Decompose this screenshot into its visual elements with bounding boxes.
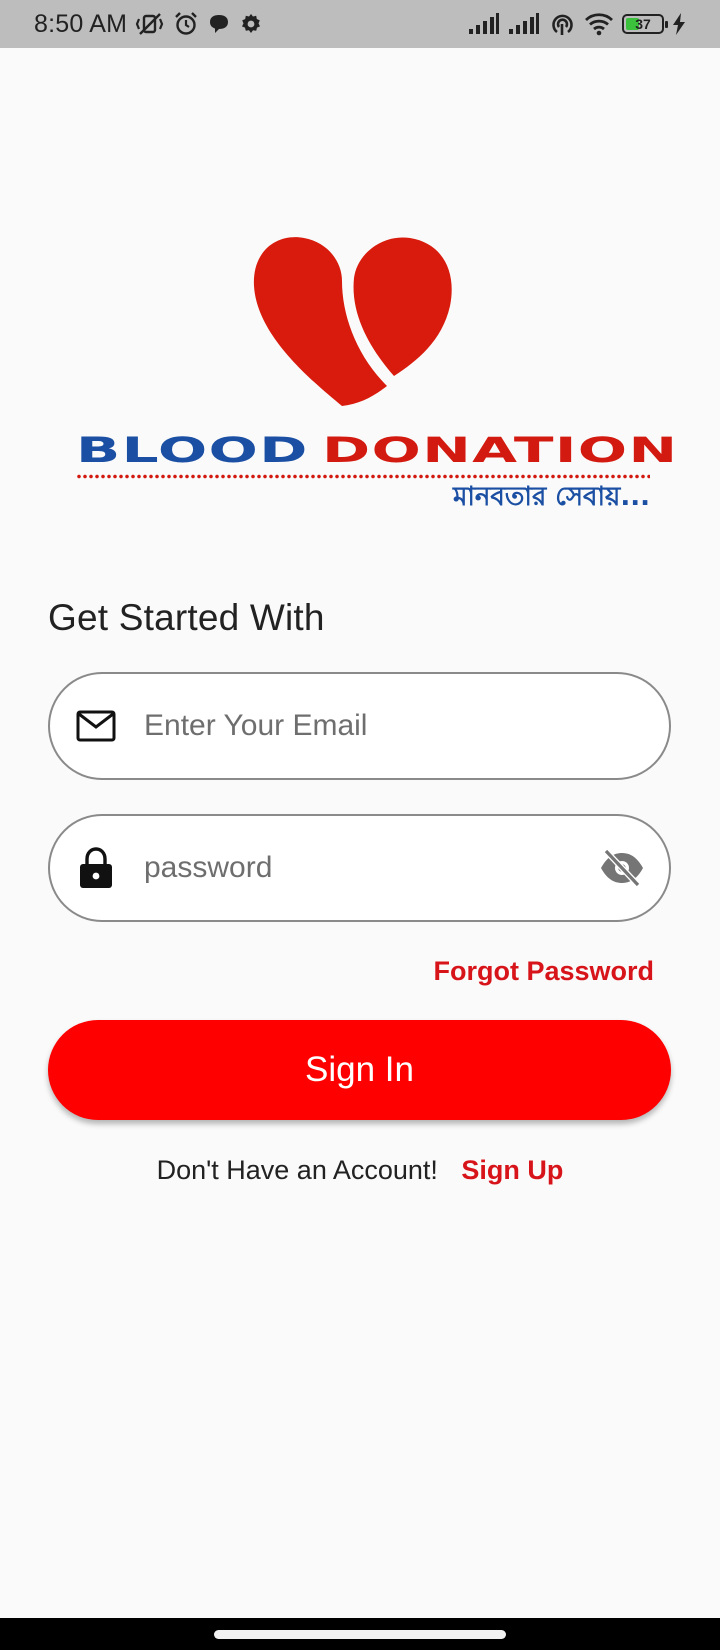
home-indicator[interactable] (214, 1630, 506, 1639)
battery-icon: 37 (622, 14, 668, 34)
mute-vibrate-icon (135, 11, 165, 37)
signal-icon (508, 13, 540, 35)
login-screen: 8:50 AM 37 BLOOD DONATION মানবতার সেবায়… (0, 0, 720, 1650)
settings-gear-icon (239, 12, 263, 36)
password-input[interactable] (144, 816, 579, 920)
sign-up-row: Don't Have an Account! Sign Up (0, 1152, 720, 1188)
lock-icon (74, 846, 118, 890)
battery-level: 37 (635, 16, 651, 32)
hotspot-icon (548, 12, 576, 36)
heart-icon (253, 237, 452, 406)
page-title: Get Started With (48, 597, 325, 638)
logo-tagline: মানবতার সেবায়... (452, 482, 650, 512)
navigation-bar (0, 1618, 720, 1650)
blood-donation-logo: BLOOD DONATION মানবতার সেবায়... (76, 236, 677, 512)
status-bar: 8:50 AM 37 (0, 0, 720, 48)
signal-icon (468, 13, 500, 35)
logo-word-donation: DONATION (322, 430, 679, 471)
email-field[interactable] (48, 672, 671, 780)
forgot-password-link[interactable]: Forgot Password (433, 954, 654, 988)
sign-up-link[interactable]: Sign Up (461, 1155, 563, 1185)
email-input[interactable] (144, 674, 579, 778)
alarm-icon (173, 11, 199, 37)
sign-in-button[interactable]: Sign In (48, 1020, 671, 1120)
password-field[interactable] (48, 814, 671, 922)
logo-dotted-line (76, 474, 650, 479)
wifi-icon (584, 12, 614, 36)
mail-icon (74, 704, 118, 748)
eye-off-icon[interactable] (597, 843, 647, 893)
status-left: 8:50 AM (34, 10, 263, 39)
charging-icon (672, 13, 686, 35)
status-right: 37 (468, 12, 686, 36)
chat-bubble-icon (207, 12, 231, 36)
status-time: 8:50 AM (34, 9, 128, 38)
no-account-text: Don't Have an Account! (156, 1155, 438, 1185)
logo-word-blood: BLOOD (76, 430, 309, 471)
